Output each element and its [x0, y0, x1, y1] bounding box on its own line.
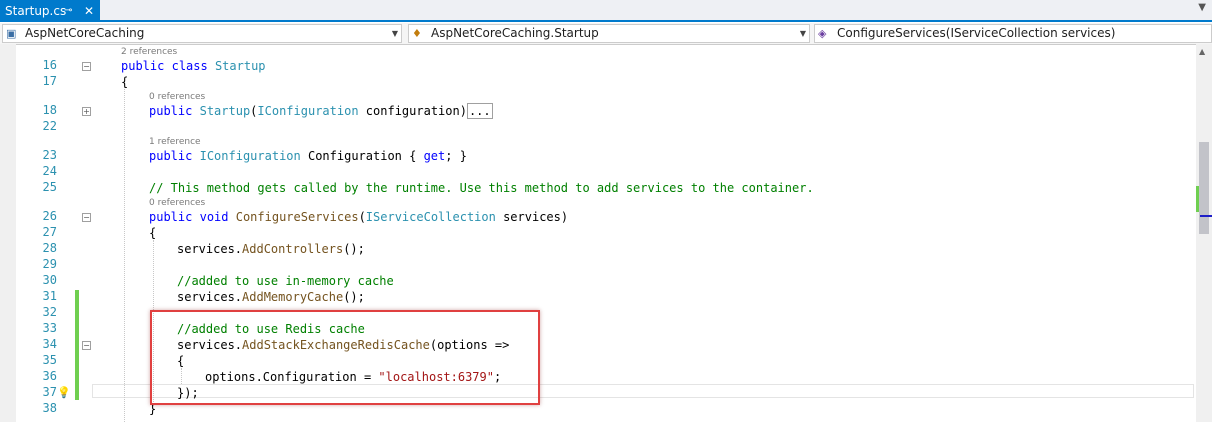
project-dropdown-value: AspNetCoreCaching [25, 26, 145, 40]
csharp-project-icon: ▣ [6, 27, 17, 40]
method-icon: ◈ [818, 27, 827, 40]
code-line: services.AddMemoryCache(); [177, 290, 365, 304]
keyword: public [149, 104, 193, 118]
type-name: IServiceCollection [365, 210, 496, 224]
type-name: IConfiguration [257, 104, 359, 118]
expand-toggle[interactable]: + [82, 107, 91, 116]
line-number: 31 [42, 289, 57, 303]
lightbulb-icon[interactable]: 💡 [57, 387, 71, 399]
line-number: 27 [42, 225, 57, 239]
class-icon: ♦ [412, 27, 422, 40]
keyword: public [121, 59, 165, 73]
navigation-bar: ▣ AspNetCoreCaching ▼ ♦ AspNetCoreCachin… [0, 23, 1212, 45]
line-number: 36 [42, 369, 57, 383]
line-number: 28 [42, 241, 57, 255]
line-number: 34 [42, 337, 57, 351]
tab-startup-cs[interactable]: Startup.cs ⊸ ✕ [0, 0, 100, 22]
line-number: 16 [42, 58, 57, 72]
scroll-up-icon[interactable]: ▲ [1199, 47, 1205, 56]
code-line: public class Startup [121, 58, 266, 74]
line-number: 18 [42, 103, 57, 117]
line-number: 24 [42, 164, 57, 178]
project-dropdown[interactable]: ▣ AspNetCoreCaching ▼ [2, 24, 402, 43]
code-line: { [121, 75, 129, 89]
keyword: class [171, 59, 208, 73]
collapse-toggle[interactable]: − [82, 213, 91, 222]
line-number: 26 [42, 209, 57, 223]
method-name: ConfigureServices [235, 210, 359, 224]
chevron-down-icon: ▼ [391, 29, 398, 38]
vertical-scrollbar[interactable]: ▲ [1196, 44, 1212, 422]
keyword: void [199, 210, 229, 224]
tab-title: Startup.cs [5, 4, 67, 18]
change-marker [75, 290, 79, 400]
code-lens-references[interactable]: 1 reference [149, 136, 201, 148]
keyword: public [149, 210, 193, 224]
code-comment: // This method gets called by the runtim… [149, 181, 814, 195]
line-number: 38 [42, 401, 57, 415]
code-lens-references[interactable]: 0 references [149, 91, 205, 103]
collapse-toggle[interactable]: − [82, 62, 91, 71]
member-dropdown[interactable]: ◈ ConfigureServices(IServiceCollection s… [814, 24, 1212, 43]
pin-icon[interactable]: ⊸ [64, 0, 72, 22]
line-number: 32 [42, 305, 57, 319]
collapse-toggle[interactable]: − [82, 341, 91, 350]
line-number: 29 [42, 257, 57, 271]
document-tab-strip: Startup.cs ⊸ ✕ ▼ [0, 0, 1212, 22]
highlight-annotation-box [150, 310, 540, 405]
member-dropdown-value: ConfigureServices(IServiceCollection ser… [837, 26, 1116, 40]
type-dropdown-value: AspNetCoreCaching.Startup [431, 26, 599, 40]
line-number: 33 [42, 321, 57, 335]
indent-guide [124, 84, 125, 422]
type-dropdown[interactable]: ♦ AspNetCoreCaching.Startup ▼ [408, 24, 810, 43]
line-number: 22 [42, 119, 57, 133]
line-number: 37 [42, 385, 57, 399]
line-number: 17 [42, 74, 57, 88]
line-number: 25 [42, 180, 57, 194]
code-line: public void ConfigureServices(IServiceCo… [149, 210, 569, 224]
code-editor[interactable]: 2 references 0 references 1 reference 0 … [0, 44, 1212, 422]
line-number: 35 [42, 353, 57, 367]
method-name: AddMemoryCache [242, 290, 344, 304]
line-number: 23 [42, 148, 57, 162]
code-line: { [149, 226, 157, 240]
scrollbar-caret-marker [1200, 215, 1212, 217]
code-comment: //added to use in-memory cache [177, 274, 394, 288]
type-name: IConfiguration [199, 149, 301, 163]
code-line: public Startup(IConfiguration configurat… [149, 103, 493, 119]
tab-overflow-dropdown-icon[interactable]: ▼ [1198, 2, 1206, 13]
code-lens-references[interactable]: 2 references [121, 46, 177, 58]
scrollbar-thumb[interactable] [1199, 142, 1209, 234]
code-line: public IConfiguration Configuration { ge… [149, 149, 467, 163]
chevron-down-icon: ▼ [799, 29, 806, 38]
code-line: services.AddControllers(); [177, 242, 365, 256]
type-name: Startup [214, 59, 266, 73]
method-name: AddControllers [242, 242, 344, 256]
code-lens-references[interactable]: 0 references [149, 197, 205, 209]
keyword: get [423, 149, 446, 163]
type-name: Startup [199, 104, 251, 118]
line-number: 30 [42, 273, 57, 287]
keyword: public [149, 149, 193, 163]
close-icon[interactable]: ✕ [84, 0, 94, 22]
collapsed-region-indicator[interactable]: ... [466, 103, 493, 119]
